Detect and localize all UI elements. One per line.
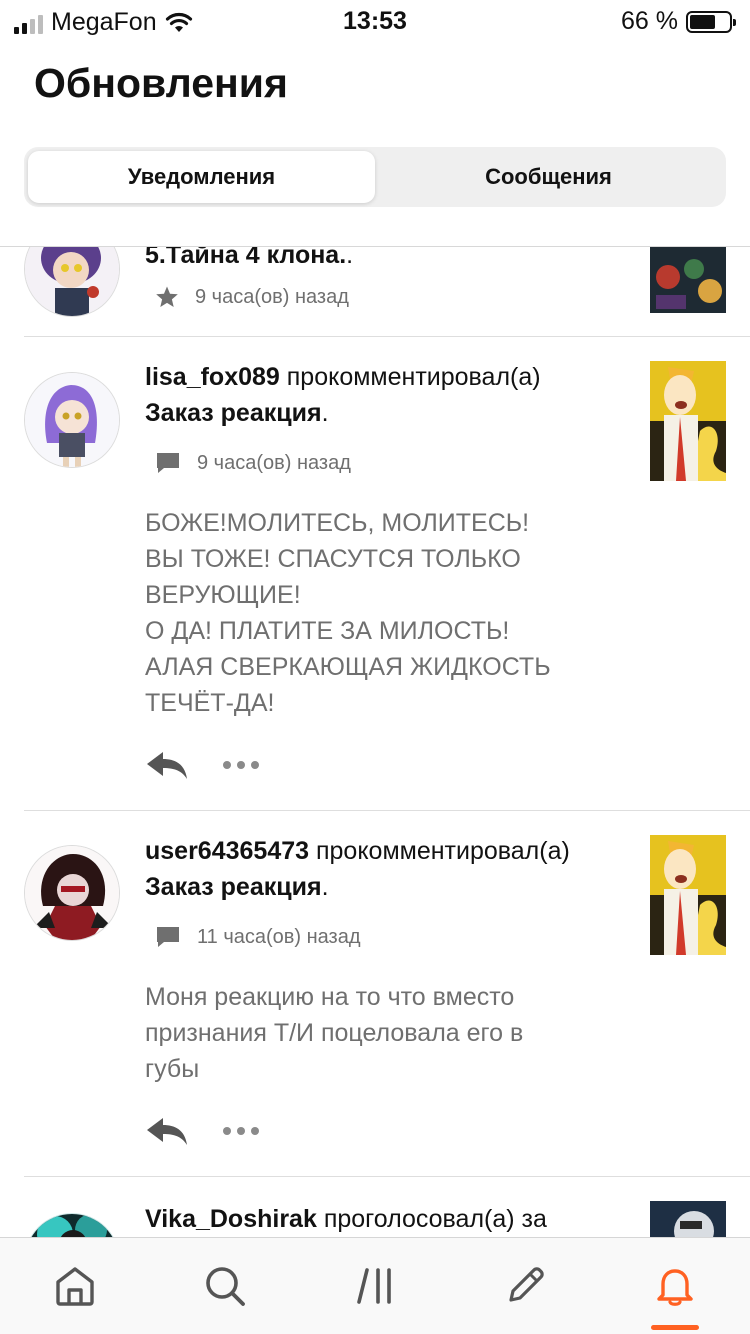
notification-item[interactable]: lisa_fox089 прокомментировал(а) Заказ ре…	[0, 337, 750, 811]
bottom-navigation	[0, 1237, 750, 1334]
timestamp: 9 часа(ов) назад	[197, 451, 351, 474]
avatar[interactable]	[24, 1213, 120, 1237]
status-bar: MegaFon 13:53 66 %	[0, 0, 750, 44]
nav-search[interactable]	[150, 1238, 300, 1334]
status-left: MegaFon	[14, 8, 193, 37]
notification-text[interactable]: Vika_Doshirak проголосовал(а) за	[145, 1201, 625, 1237]
tab-notifications[interactable]: Уведомления	[28, 151, 375, 203]
tab-switcher: Уведомления Сообщения	[24, 147, 726, 207]
comment-icon	[157, 453, 179, 473]
notification-text[interactable]: user64365473 прокомментировал(а) Заказ р…	[145, 833, 625, 905]
battery-icon	[686, 10, 736, 33]
story-cover[interactable]	[650, 247, 726, 313]
cellular-signal-icon	[14, 12, 43, 34]
avatar[interactable]	[24, 845, 120, 941]
write-icon	[509, 1267, 544, 1302]
home-icon	[56, 1267, 94, 1306]
story-cover[interactable]	[650, 361, 726, 481]
comment-icon	[157, 927, 179, 947]
punctuation: .	[321, 873, 329, 901]
username-link[interactable]: Vika_Doshirak	[145, 1205, 317, 1233]
story-title[interactable]: 5.Тайна 4 клона.	[145, 247, 346, 269]
username-link[interactable]: lisa_fox089	[145, 363, 280, 391]
notification-text[interactable]: lisa_fox089 прокомментировал(а) Заказ ре…	[145, 359, 625, 431]
notification-item[interactable]: 5.Тайна 4 клона.. 9 часа(ов) назад	[0, 247, 750, 337]
library-icon	[357, 1268, 391, 1304]
more-options-icon[interactable]	[223, 1127, 259, 1135]
comment-actions	[145, 749, 259, 781]
reply-icon[interactable]	[145, 1115, 189, 1147]
comment-text: Моня реакцию на то что вместо признания …	[145, 983, 524, 1083]
punctuation: .	[346, 247, 354, 269]
reply-icon[interactable]	[145, 749, 189, 781]
notification-text[interactable]: 5.Тайна 4 клона..	[145, 247, 625, 273]
username-link[interactable]: user64365473	[145, 837, 309, 865]
notification-item[interactable]: Vika_Doshirak проголосовал(а) за	[0, 1177, 750, 1237]
punctuation: .	[321, 399, 329, 427]
more-options-icon[interactable]	[223, 761, 259, 769]
status-right: 66 %	[621, 7, 736, 36]
notification-feed[interactable]: 5.Тайна 4 клона.. 9 часа(ов) назад lisa_…	[0, 247, 750, 1237]
nav-home[interactable]	[0, 1238, 150, 1334]
page-title: Обновления	[34, 60, 288, 106]
comment-actions	[145, 1115, 259, 1147]
story-title[interactable]: Заказ реакция	[145, 399, 322, 427]
story-cover[interactable]	[650, 835, 726, 955]
carrier-name: MegaFon	[51, 8, 157, 36]
nav-notifications[interactable]	[600, 1238, 750, 1334]
action-text: проголосовал(а) за	[316, 1205, 547, 1233]
search-icon	[206, 1267, 245, 1306]
notification-meta: 9 часа(ов) назад	[155, 451, 351, 475]
story-cover[interactable]	[650, 1201, 726, 1237]
notifications-bell-icon	[657, 1269, 693, 1306]
avatar[interactable]	[24, 247, 120, 317]
notification-meta: 11 часа(ов) назад	[155, 925, 361, 949]
avatar[interactable]	[24, 372, 120, 468]
timestamp: 11 часа(ов) назад	[197, 925, 361, 948]
comment-text: БОЖЕ!МОЛИТЕСЬ, МОЛИТЕСЬ! ВЫ ТОЖЕ! СПАСУТ…	[145, 509, 551, 717]
active-tab-indicator	[651, 1325, 699, 1330]
notification-meta: 9 часа(ов) назад	[155, 285, 349, 309]
action-text: прокомментировал(а)	[279, 363, 541, 391]
battery-percent: 66 %	[621, 7, 678, 35]
story-title[interactable]: Заказ реакция	[145, 873, 322, 901]
nav-write[interactable]	[450, 1238, 600, 1334]
nav-library[interactable]	[300, 1238, 450, 1334]
wifi-icon	[165, 12, 192, 32]
star-icon	[156, 286, 178, 307]
action-text: прокомментировал(а)	[309, 837, 570, 865]
timestamp: 9 часа(ов) назад	[195, 285, 349, 308]
tab-messages[interactable]: Сообщения	[375, 151, 722, 203]
notification-item[interactable]: user64365473 прокомментировал(а) Заказ р…	[0, 811, 750, 1177]
